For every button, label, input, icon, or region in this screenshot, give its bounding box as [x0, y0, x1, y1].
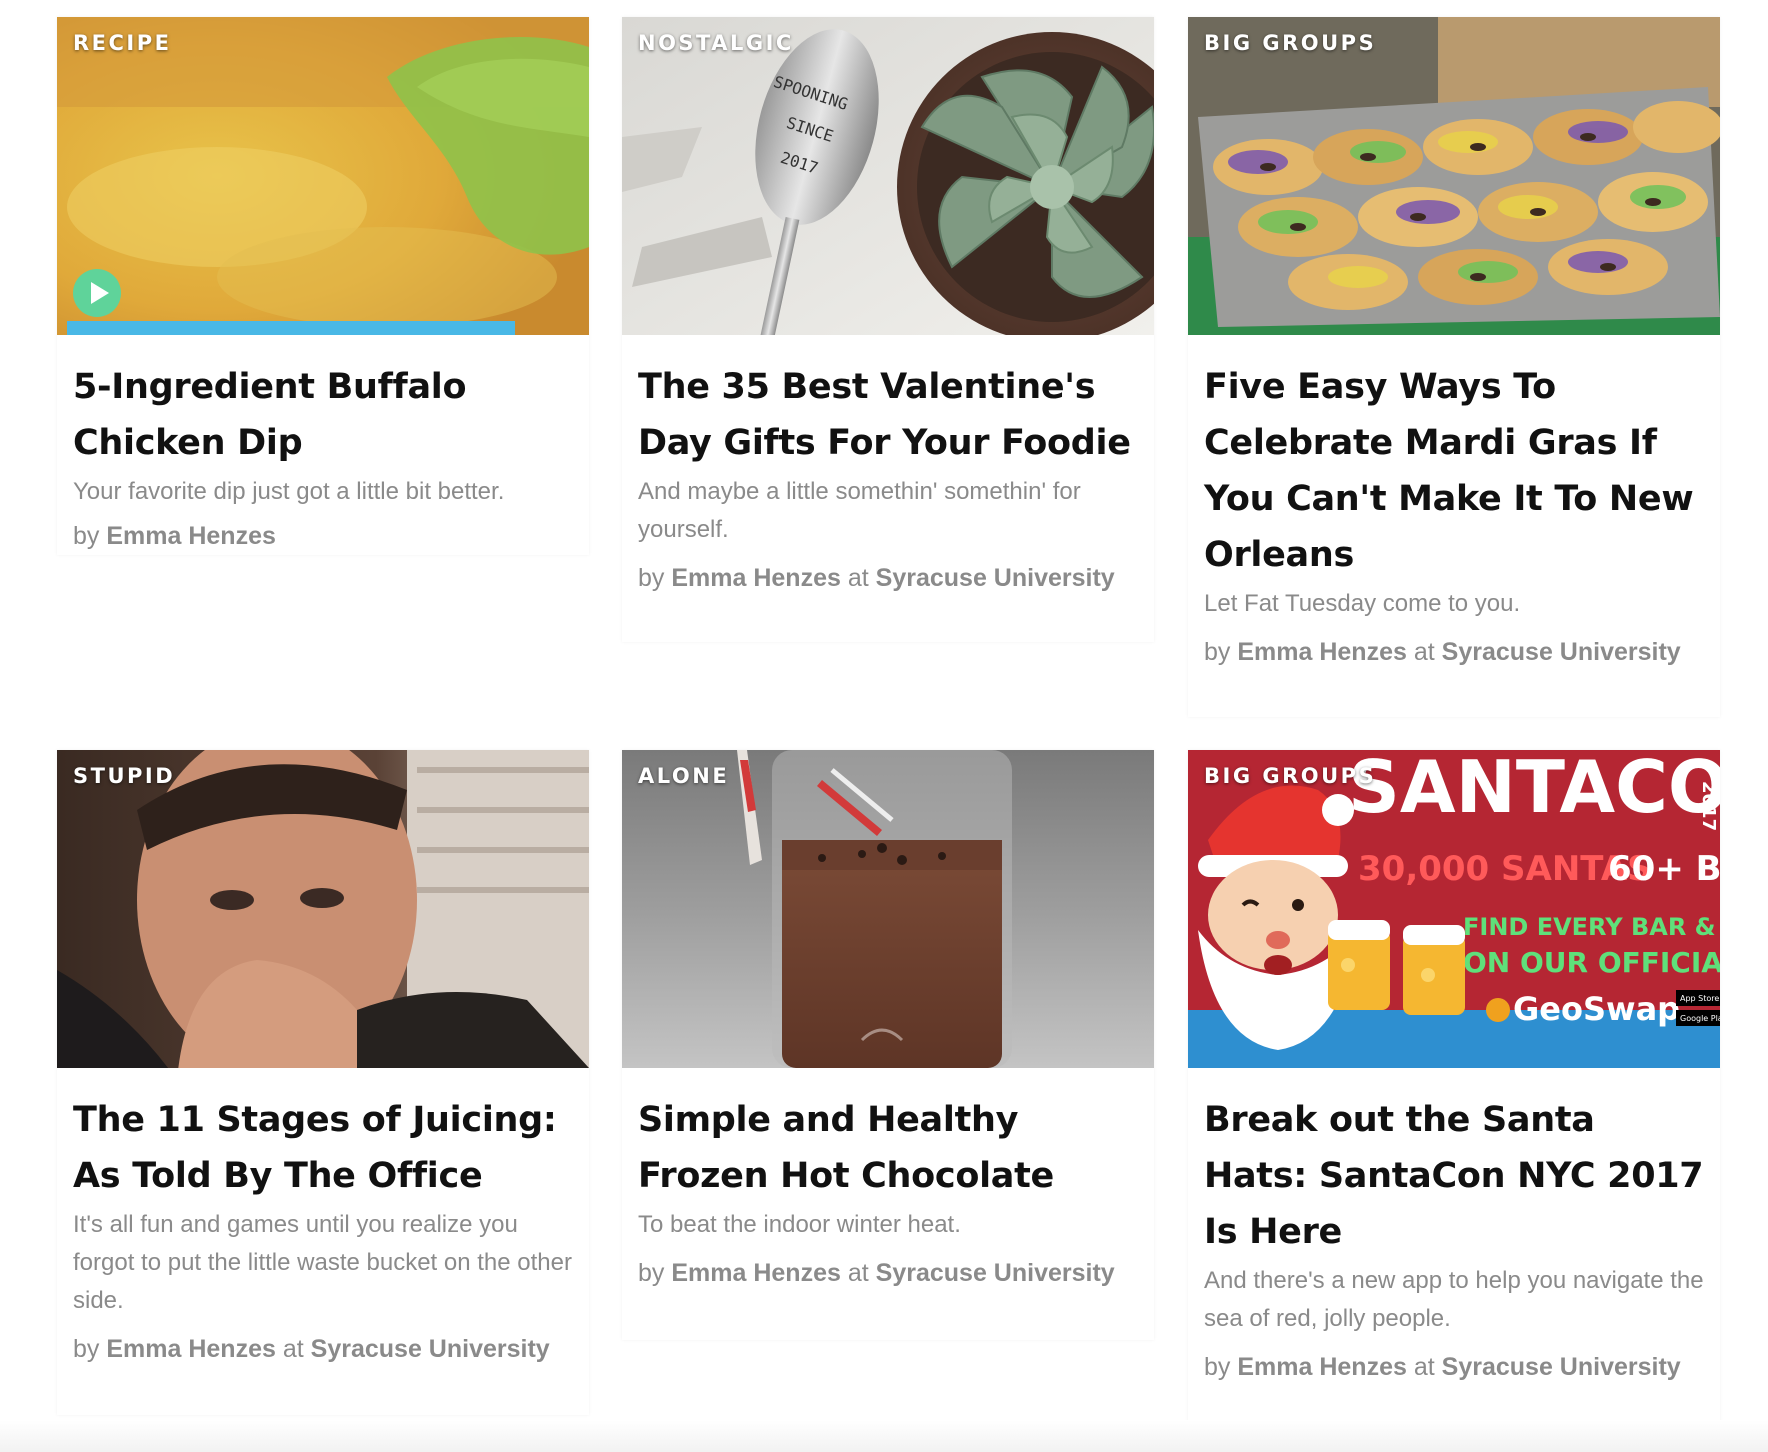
- play-icon[interactable]: [73, 269, 121, 317]
- category-tag[interactable]: Stupid: [73, 764, 175, 788]
- category-tag[interactable]: Alone: [638, 764, 729, 788]
- category-tag[interactable]: Recipe: [73, 31, 171, 55]
- banner-line1b: 60+ BARS: [1608, 849, 1720, 889]
- author-link[interactable]: Emma Henzes: [106, 1335, 276, 1363]
- author-link[interactable]: Emma Henzes: [1237, 1353, 1407, 1381]
- banner-line2: FIND EVERY BAR & SPECIALS: [1463, 913, 1720, 941]
- banner-line3: ON OUR OFFICIAL APP: [1463, 946, 1720, 979]
- article-title[interactable]: Break out the Santa Hats: SantaCon NYC 2…: [1204, 1092, 1704, 1260]
- article-byline: by Emma Henzes at Syracuse University: [638, 1248, 1138, 1298]
- page-bottom-edge: [0, 1420, 1768, 1452]
- article-subtitle: Let Fat Tuesday come to you.: [1204, 590, 1521, 617]
- article-byline: by Emma Henzes: [73, 511, 573, 561]
- article-title[interactable]: The 35 Best Valentine's Day Gifts For Yo…: [638, 359, 1138, 471]
- byline-by: by: [638, 1259, 665, 1287]
- byline-at: at: [847, 564, 869, 592]
- article-title[interactable]: Five Easy Ways To Celebrate Mardi Gras I…: [1204, 359, 1704, 583]
- article-byline: by Emma Henzes at Syracuse University: [1204, 1342, 1704, 1392]
- article-byline: by Emma Henzes at Syracuse University: [638, 553, 1138, 603]
- santacon-banner-image: SANTACON 2017 30,000 SANTAS 60+ BARS FIN…: [1188, 750, 1720, 1068]
- category-tag[interactable]: Nostalgic: [638, 31, 794, 55]
- article-thumbnail[interactable]: Alone: [622, 750, 1154, 1068]
- article-title-link[interactable]: The 35 Best Valentine's Day Gifts For Yo…: [638, 367, 1131, 463]
- byline-at: at: [1413, 638, 1435, 666]
- article-card[interactable]: SANTACON 2017 30,000 SANTAS 60+ BARS FIN…: [1188, 750, 1720, 1430]
- school-link[interactable]: Syracuse University: [876, 564, 1115, 592]
- article-byline: by Emma Henzes at Syracuse University: [73, 1324, 573, 1374]
- byline-by: by: [638, 564, 665, 592]
- article-title-link[interactable]: Simple and Healthy Frozen Hot Chocolate: [638, 1100, 1054, 1196]
- google-play-badge: Google Play: [1680, 1014, 1720, 1023]
- byline-at: at: [1413, 1353, 1435, 1381]
- article-subtitle: Your favorite dip just got a little bit …: [73, 478, 505, 505]
- author-link[interactable]: Emma Henzes: [106, 522, 276, 550]
- byline-by: by: [73, 1335, 100, 1363]
- author-link[interactable]: Emma Henzes: [671, 564, 841, 592]
- byline-by: by: [73, 522, 100, 550]
- article-subtitle: It's all fun and games until you realize…: [73, 1211, 572, 1314]
- article-card[interactable]: Stupid The 11 Stages of Juicing: As Told…: [57, 750, 589, 1415]
- school-link[interactable]: Syracuse University: [1442, 638, 1681, 666]
- category-tag[interactable]: Big Groups: [1204, 31, 1376, 55]
- article-thumbnail[interactable]: Stupid: [57, 750, 589, 1068]
- school-link[interactable]: Syracuse University: [1442, 1353, 1681, 1381]
- banner-headline: SANTACON: [1348, 750, 1720, 829]
- article-card[interactable]: SPOONING SINCE 2017 Nostalgic The 35 Bes…: [622, 17, 1154, 642]
- article-thumbnail[interactable]: SPOONING SINCE 2017 Nostalgic: [622, 17, 1154, 335]
- spoon-succulent-image: SPOONING SINCE 2017: [622, 17, 1154, 335]
- school-link[interactable]: Syracuse University: [876, 1259, 1115, 1287]
- king-cake-image: [1188, 17, 1720, 335]
- article-subtitle: And maybe a little somethin' somethin' f…: [638, 478, 1081, 543]
- article-thumbnail[interactable]: SANTACON 2017 30,000 SANTAS 60+ BARS FIN…: [1188, 750, 1720, 1068]
- app-store-badge: App Store: [1680, 994, 1719, 1003]
- article-title[interactable]: Simple and Healthy Frozen Hot Chocolate: [638, 1092, 1138, 1204]
- article-card[interactable]: Big Groups Five Easy Ways To Celebrate M…: [1188, 17, 1720, 717]
- video-caption: [67, 321, 515, 335]
- buffalo-dip-image: [57, 17, 589, 335]
- author-link[interactable]: Emma Henzes: [1237, 638, 1407, 666]
- article-card[interactable]: Alone Simple and Healthy Frozen Hot Choc…: [622, 750, 1154, 1340]
- banner-year: 2017: [1698, 781, 1719, 831]
- article-title-link[interactable]: The 11 Stages of Juicing: As Told By The…: [73, 1100, 557, 1196]
- the-office-image: [57, 750, 589, 1068]
- byline-at: at: [847, 1259, 869, 1287]
- article-thumbnail[interactable]: Recipe: [57, 17, 589, 335]
- banner-brand: GeoSwap: [1513, 990, 1680, 1028]
- byline-by: by: [1204, 638, 1231, 666]
- category-tag[interactable]: Big Groups: [1204, 764, 1376, 788]
- article-title[interactable]: The 11 Stages of Juicing: As Told By The…: [73, 1092, 573, 1204]
- article-title[interactable]: 5-Ingredient Buffalo Chicken Dip: [73, 359, 573, 471]
- article-thumbnail[interactable]: Big Groups: [1188, 17, 1720, 335]
- school-link[interactable]: Syracuse University: [311, 1335, 550, 1363]
- byline-by: by: [1204, 1353, 1231, 1381]
- article-byline: by Emma Henzes at Syracuse University: [1204, 627, 1704, 677]
- author-link[interactable]: Emma Henzes: [671, 1259, 841, 1287]
- article-title-link[interactable]: Break out the Santa Hats: SantaCon NYC 2…: [1204, 1100, 1704, 1252]
- article-grid: Recipe 5-Ingredient Buffalo Chicken Dip …: [0, 0, 1768, 1452]
- byline-at: at: [282, 1335, 304, 1363]
- article-subtitle: And there's a new app to help you naviga…: [1204, 1267, 1704, 1332]
- article-title-link[interactable]: 5-Ingredient Buffalo Chicken Dip: [73, 367, 467, 463]
- article-subtitle: To beat the indoor winter heat.: [638, 1211, 961, 1238]
- article-title-link[interactable]: Five Easy Ways To Celebrate Mardi Gras I…: [1204, 367, 1694, 575]
- hot-chocolate-image: [622, 750, 1154, 1068]
- article-card[interactable]: Recipe 5-Ingredient Buffalo Chicken Dip …: [57, 17, 589, 555]
